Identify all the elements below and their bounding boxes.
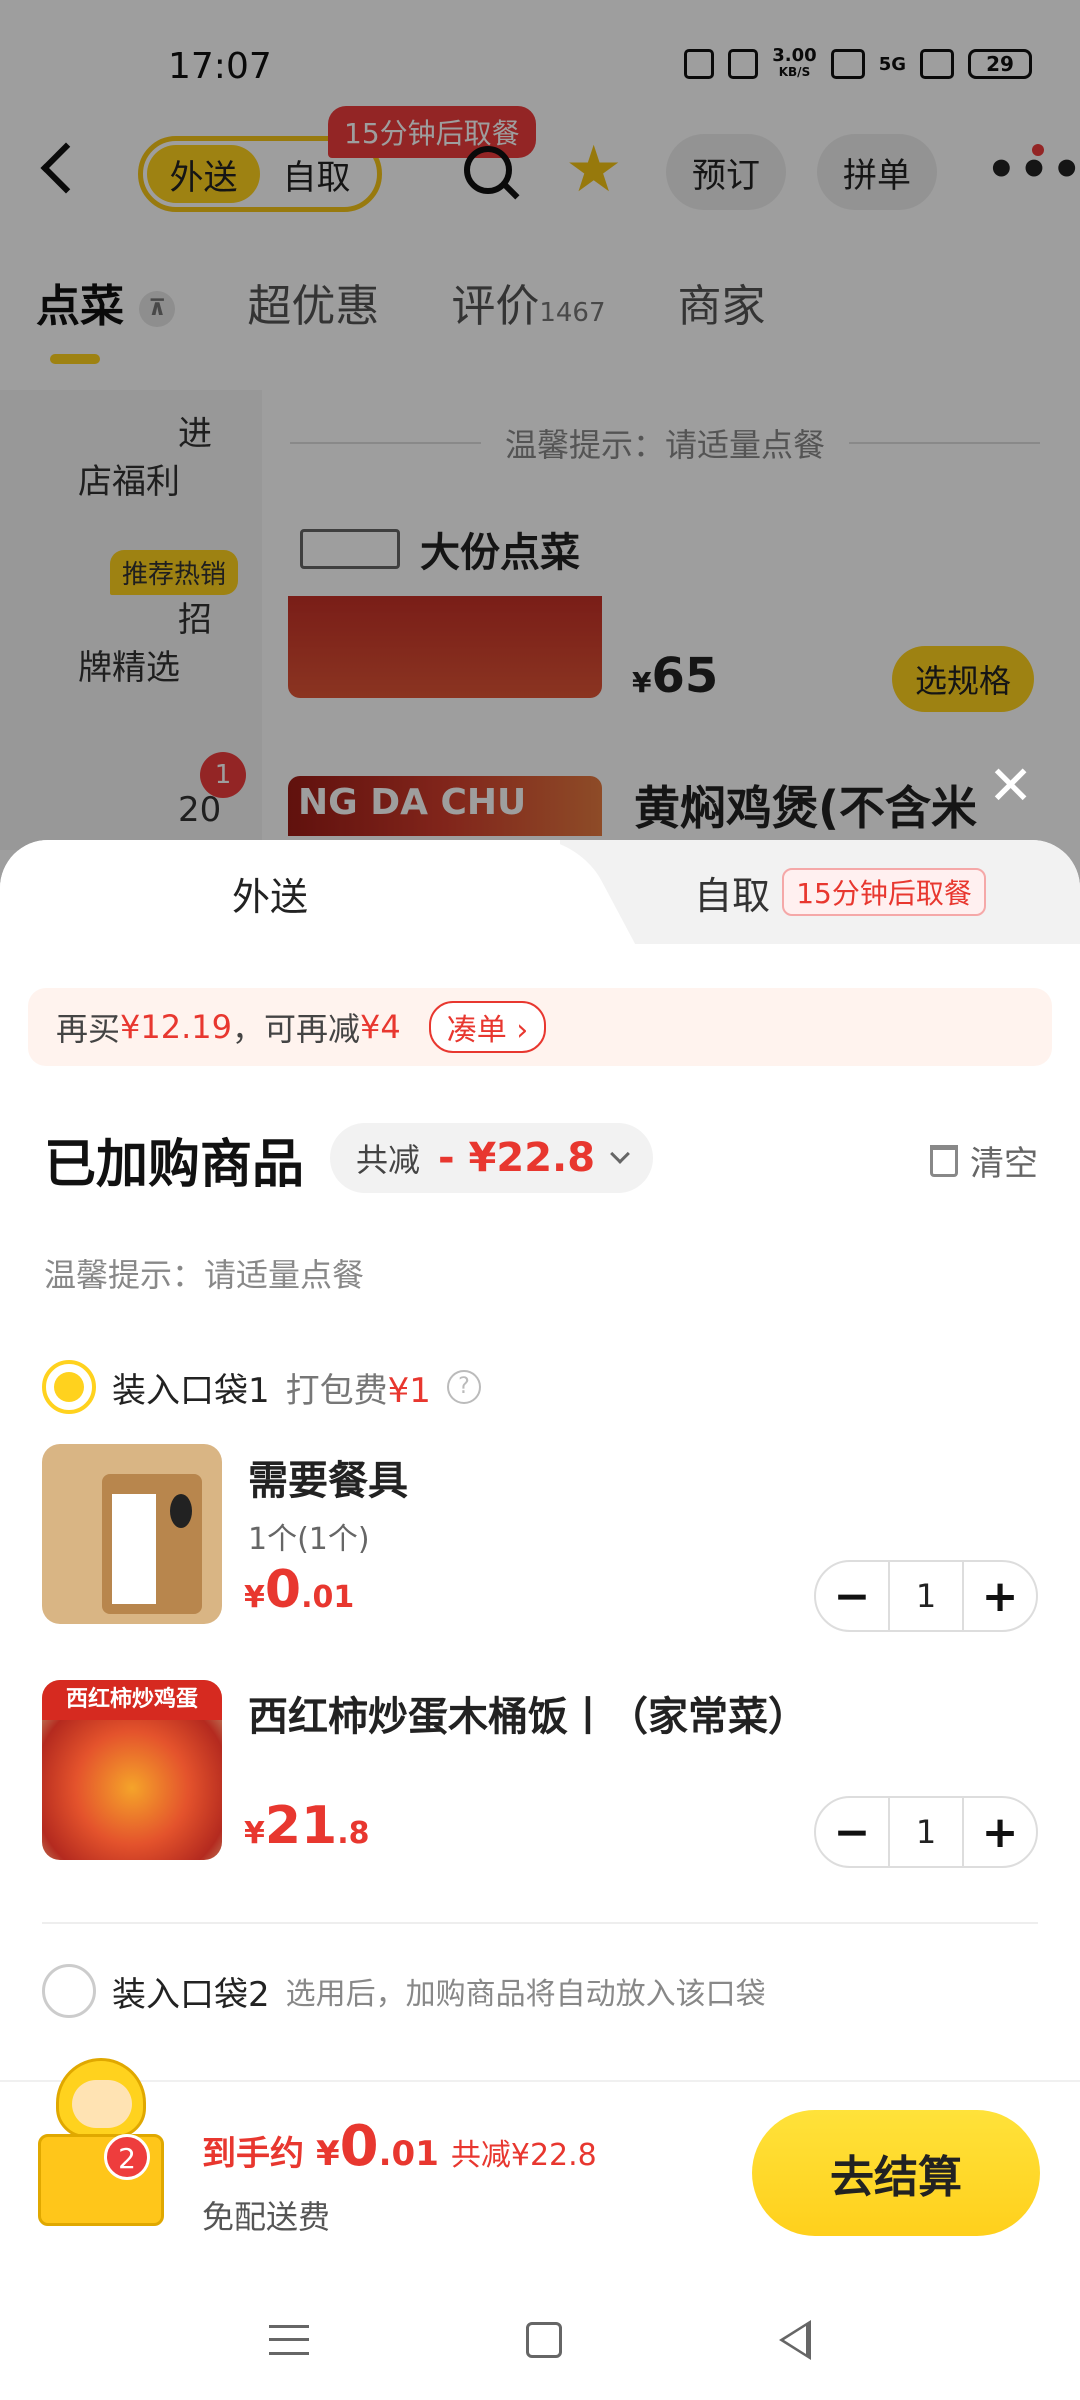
checkout-button[interactable]: 去结算	[752, 2110, 1040, 2236]
pickup-time-tag: 15分钟后取餐	[782, 868, 986, 916]
back-icon[interactable]	[779, 2320, 812, 2360]
item-spec: 1个(1个)	[248, 1522, 370, 1557]
increase-button[interactable]: +	[964, 1798, 1036, 1866]
help-icon[interactable]: ?	[446, 1370, 481, 1404]
checkout-bar: 2 到手约 ¥0.01 共减¥22.8 免配送费 去结算	[0, 2058, 1080, 2236]
add-on-button[interactable]: 凑单 ›	[428, 1001, 547, 1053]
cart-item: 需要餐具 1个(1个) ¥0.01 − 1 +	[42, 1444, 1042, 1632]
quantity-value[interactable]: 1	[888, 1798, 964, 1866]
cart-mascot-icon[interactable]	[28, 2058, 168, 2228]
home-icon[interactable]	[525, 2322, 562, 2358]
bag2-row: 装入口袋2 选用后，加购商品将自动放入该口袋	[42, 1964, 766, 2018]
decrease-button[interactable]: −	[816, 1798, 888, 1866]
bag2-radio[interactable]	[42, 1964, 96, 2018]
total-price: 到手约 ¥0.01 共减¥22.8	[202, 2114, 597, 2179]
sheet-tabs: 外送 自取 15分钟后取餐	[0, 840, 1080, 946]
decrease-button[interactable]: −	[816, 1562, 888, 1630]
quantity-value[interactable]: 1	[888, 1562, 964, 1630]
increase-button[interactable]: +	[964, 1562, 1036, 1630]
clear-cart-button[interactable]: 清空	[930, 1136, 1038, 1185]
divider	[42, 1922, 1038, 1924]
discount-summary[interactable]: 共减 - ¥22.8	[330, 1123, 654, 1193]
bag1-radio[interactable]	[42, 1360, 96, 1414]
sheet-tab-delivery[interactable]: 外送	[0, 840, 560, 946]
cart-tip: 温馨提示：请适量点餐	[44, 1256, 365, 1294]
chevron-down-icon	[610, 1144, 630, 1164]
cart-count-badge: 2	[104, 2134, 150, 2180]
cart-title: 已加购商品	[44, 1135, 305, 1195]
dish-image: 西红柿炒鸡蛋	[42, 1680, 222, 1860]
item-name: 需要餐具	[248, 1458, 408, 1504]
bag1-row: 装入口袋1 打包费¥1 ?	[42, 1360, 481, 1414]
trash-icon	[930, 1144, 958, 1177]
item-price: ¥21.8	[244, 1796, 370, 1856]
free-delivery-label: 免配送费	[202, 2198, 331, 2236]
cart-sheet: 外送 自取 15分钟后取餐 再买 ¥12.19 ，可再减 ¥4 凑单 › 已加购商品 …	[0, 840, 1080, 2400]
cutlery-image	[42, 1444, 222, 1624]
close-icon[interactable]: ✕	[988, 754, 1033, 817]
promo-banner: 再买 ¥12.19 ，可再减 ¥4 凑单 ›	[28, 988, 1052, 1066]
item-name: 西红柿炒蛋木桶饭丨（家常菜）	[248, 1694, 808, 1740]
menu-icon[interactable]	[268, 2325, 309, 2355]
sheet-tab-pickup[interactable]: 自取 15分钟后取餐	[600, 840, 1080, 944]
pack-fee: 打包费¥1	[285, 1370, 431, 1411]
cart-item: 西红柿炒鸡蛋 西红柿炒蛋木桶饭丨（家常菜） ¥21.8 − 1 +	[42, 1680, 1042, 1868]
quantity-stepper: − 1 +	[814, 1796, 1038, 1868]
system-nav-bar	[0, 2280, 1080, 2400]
total-saved: 共减¥22.8	[450, 2138, 597, 2173]
quantity-stepper: − 1 +	[814, 1560, 1038, 1632]
item-price: ¥0.01	[244, 1560, 355, 1620]
